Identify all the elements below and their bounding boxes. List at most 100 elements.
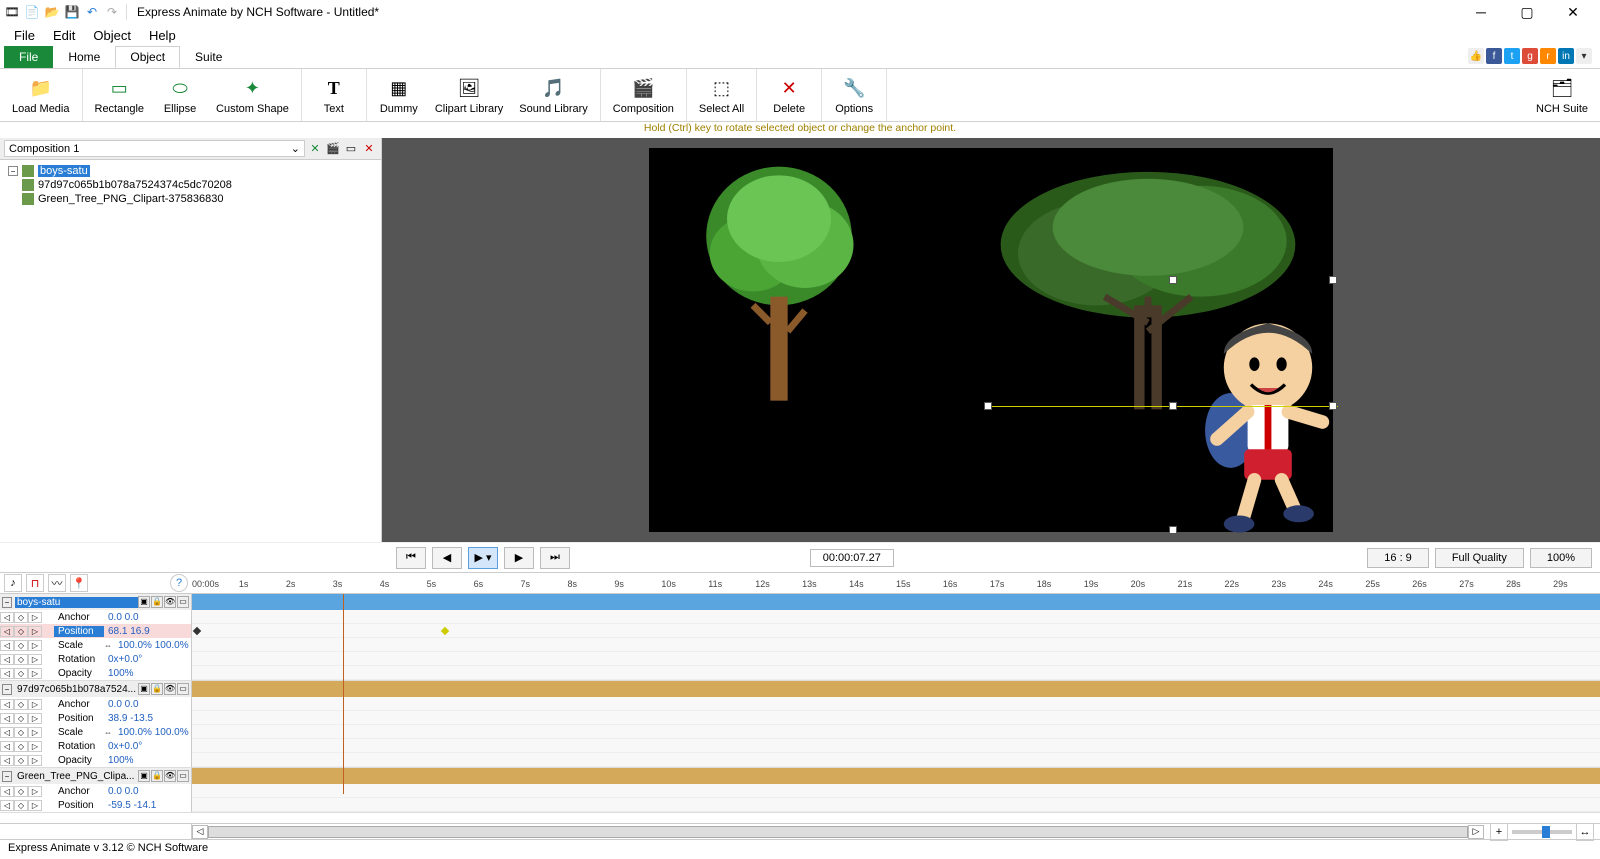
facebook-icon[interactable]: f: [1486, 48, 1502, 64]
key-prev[interactable]: ◁: [0, 640, 14, 651]
text-button[interactable]: TText: [306, 71, 362, 119]
key-next[interactable]: ▷: [28, 699, 42, 710]
tree-item[interactable]: Green_Tree_PNG_Clipart-375836830: [8, 192, 373, 206]
key-add[interactable]: ◇: [14, 654, 28, 665]
scale-value[interactable]: 100.0% 100.0%: [114, 640, 189, 651]
googleplus-icon[interactable]: g: [1522, 48, 1538, 64]
obj-icon[interactable]: ▭: [177, 683, 189, 695]
qat-open-icon[interactable]: 📂: [44, 4, 60, 20]
key-next[interactable]: ▷: [28, 741, 42, 752]
time-ruler[interactable]: 00:00s1s2s3s4s5s6s7s8s9s10s11s12s13s14s1…: [192, 573, 1600, 593]
key-add[interactable]: ◇: [14, 741, 28, 752]
key-add[interactable]: ◇: [14, 786, 28, 797]
dropdown-icon[interactable]: ▾: [1576, 48, 1592, 64]
linkedin-icon[interactable]: in: [1558, 48, 1574, 64]
scroll-right[interactable]: ▷: [1468, 825, 1484, 839]
position-value[interactable]: 68.1 16.9: [104, 626, 150, 637]
time-display[interactable]: 00:00:07.27: [810, 549, 894, 567]
tab-suite[interactable]: Suite: [180, 46, 237, 68]
key-prev[interactable]: ◁: [0, 713, 14, 724]
tab-home[interactable]: Home: [53, 46, 115, 68]
rotation-value[interactable]: 0x+0.0°: [104, 654, 142, 665]
obj-icon[interactable]: 👁: [164, 770, 176, 782]
menu-file[interactable]: File: [6, 26, 43, 45]
selection-handle[interactable]: [1169, 402, 1177, 410]
collapse-icon[interactable]: −: [2, 684, 12, 695]
canvas-area[interactable]: [382, 138, 1600, 542]
menu-object[interactable]: Object: [85, 26, 139, 45]
key-add[interactable]: ◇: [14, 626, 28, 637]
selection-handle[interactable]: [1169, 526, 1177, 534]
obj-icon[interactable]: 👁: [164, 596, 176, 608]
key-prev[interactable]: ◁: [0, 654, 14, 665]
key-prev[interactable]: ◁: [0, 800, 14, 811]
options-button[interactable]: 🔧Options: [826, 71, 882, 119]
close-button[interactable]: ✕: [1550, 0, 1596, 24]
load-media-button[interactable]: 📁Load Media: [4, 71, 78, 119]
position-value[interactable]: 38.9 -13.5: [104, 713, 153, 724]
timeline-object-row[interactable]: −boys-satu▣🔒👁▭: [0, 594, 1600, 610]
key-next[interactable]: ▷: [28, 668, 42, 679]
key-prev[interactable]: ◁: [0, 699, 14, 710]
menu-help[interactable]: Help: [141, 26, 184, 45]
play-button[interactable]: ▶ ▾: [468, 547, 498, 569]
tab-object[interactable]: Object: [115, 46, 180, 68]
ellipse-button[interactable]: ⬭Ellipse: [152, 71, 208, 119]
obj-icon[interactable]: 🔒: [151, 683, 163, 695]
key-add[interactable]: ◇: [14, 713, 28, 724]
sound-button[interactable]: 🎵Sound Library: [511, 71, 596, 119]
key-next[interactable]: ▷: [28, 755, 42, 766]
key-next[interactable]: ▷: [28, 800, 42, 811]
timeline-object-row[interactable]: −Green_Tree_PNG_Clipa...▣🔒👁▭: [0, 768, 1600, 784]
tab-file[interactable]: File: [4, 46, 53, 68]
key-add[interactable]: ◇: [14, 612, 28, 623]
zoom-button[interactable]: 100%: [1530, 548, 1592, 568]
key-prev[interactable]: ◁: [0, 755, 14, 766]
obj-icon[interactable]: 🔒: [151, 596, 163, 608]
position-value[interactable]: -59.5 -14.1: [104, 800, 156, 811]
rotation-value[interactable]: 0x+0.0°: [104, 741, 142, 752]
anchor-value[interactable]: 0.0 0.0: [104, 612, 139, 623]
clipart-button[interactable]: 🖼Clipart Library: [427, 71, 511, 119]
opacity-value[interactable]: 100%: [104, 755, 134, 766]
delete-button[interactable]: ✕Delete: [761, 71, 817, 119]
qat-undo-icon[interactable]: ↶: [84, 4, 100, 20]
key-prev[interactable]: ◁: [0, 626, 14, 637]
tl-tool-magnet[interactable]: ⊓: [26, 574, 44, 592]
qat-new-icon[interactable]: 📄: [24, 4, 40, 20]
key-prev[interactable]: ◁: [0, 786, 14, 797]
qat-redo-icon[interactable]: ↷: [104, 4, 120, 20]
selection-handle[interactable]: [1329, 402, 1337, 410]
keyframe[interactable]: [441, 627, 449, 635]
obj-icon[interactable]: 🔒: [151, 770, 163, 782]
selection-handle[interactable]: [1169, 276, 1177, 284]
key-prev[interactable]: ◁: [0, 612, 14, 623]
key-add[interactable]: ◇: [14, 668, 28, 679]
panel-btn-delete[interactable]: ✕: [361, 141, 377, 157]
key-next[interactable]: ▷: [28, 713, 42, 724]
anchor-value[interactable]: 0.0 0.0: [104, 786, 139, 797]
key-add[interactable]: ◇: [14, 727, 28, 738]
obj-icon[interactable]: ▣: [138, 596, 150, 608]
tl-tool-help[interactable]: ?: [170, 574, 188, 592]
composition-select[interactable]: Composition 1⌄: [4, 140, 305, 157]
dummy-button[interactable]: ▦Dummy: [371, 71, 427, 119]
nch-suite-button[interactable]: 🗂NCH Suite: [1528, 71, 1596, 119]
scale-value[interactable]: 100.0% 100.0%: [114, 727, 189, 738]
playhead[interactable]: [343, 594, 344, 794]
timeline-object-row[interactable]: −97d97c065b1b078a7524...▣🔒👁▭: [0, 681, 1600, 697]
zoom-slider[interactable]: [1512, 830, 1572, 834]
minimize-button[interactable]: ─: [1458, 0, 1504, 24]
key-add[interactable]: ◇: [14, 699, 28, 710]
key-prev[interactable]: ◁: [0, 741, 14, 752]
maximize-button[interactable]: ▢: [1504, 0, 1550, 24]
obj-icon[interactable]: 👁: [164, 683, 176, 695]
selection-handle[interactable]: [1329, 276, 1337, 284]
tl-tool-curve[interactable]: 〰: [48, 574, 66, 592]
key-add[interactable]: ◇: [14, 800, 28, 811]
obj-icon[interactable]: ▣: [138, 683, 150, 695]
obj-icon[interactable]: ▭: [177, 770, 189, 782]
composition-button[interactable]: 🎬Composition: [605, 71, 682, 119]
key-next[interactable]: ▷: [28, 654, 42, 665]
key-add[interactable]: ◇: [14, 755, 28, 766]
